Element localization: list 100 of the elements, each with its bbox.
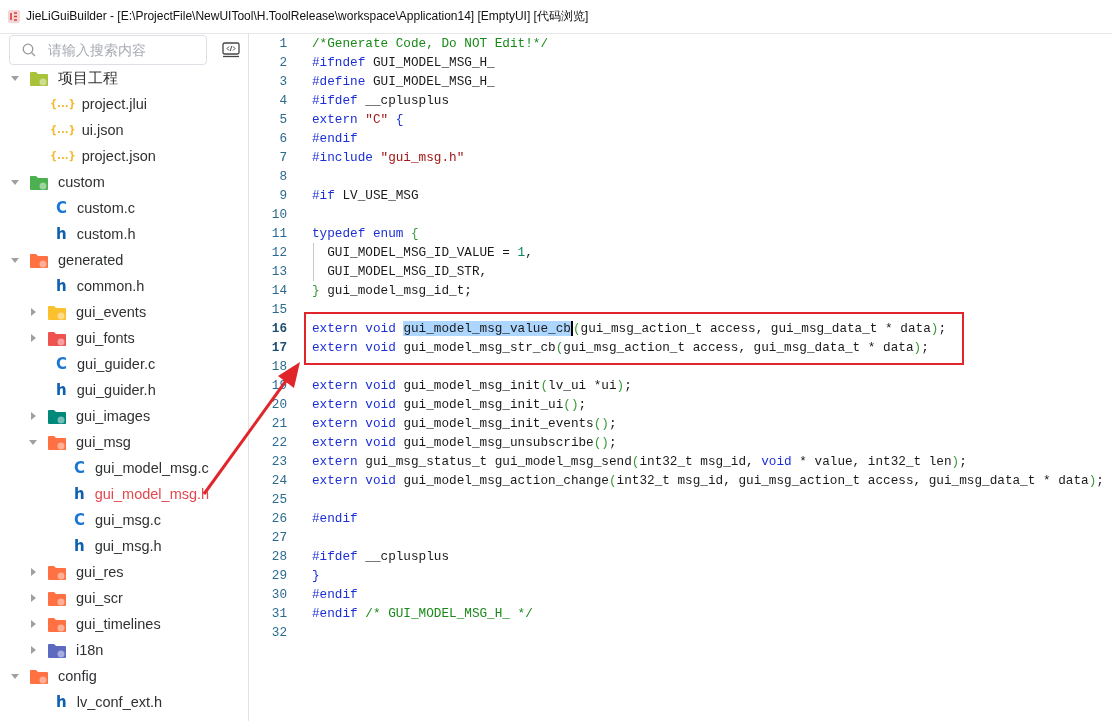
line-number: 24	[270, 473, 287, 488]
line-number: 16	[270, 321, 287, 336]
code-line: #include "gui_msg.h"	[312, 150, 465, 165]
line-number: 30	[270, 587, 287, 602]
code-line: }	[312, 568, 320, 583]
caret-icon[interactable]	[28, 437, 38, 447]
code-view-icon[interactable]	[222, 41, 240, 58]
tree-item[interactable]: gui_images	[76, 408, 151, 424]
code-line: extern void gui_model_msg_unsubscribe();	[312, 435, 617, 450]
line-number: 4	[278, 93, 287, 108]
tree-item[interactable]: common.h	[76, 278, 145, 294]
tree-item[interactable]: custom.h	[76, 226, 136, 242]
line-number: 11	[270, 226, 287, 241]
caret-icon[interactable]	[10, 255, 20, 265]
caret-icon[interactable]	[10, 671, 20, 681]
tree-item[interactable]: project.json	[81, 148, 156, 164]
code-line: #ifndef GUI_MODEL_MSG_H_	[312, 55, 495, 70]
caret-icon[interactable]	[28, 411, 38, 421]
line-number: 5	[278, 112, 287, 127]
line-number: 2	[278, 55, 287, 70]
code-line: #endif	[312, 131, 358, 146]
line-number: 31	[270, 606, 287, 621]
line-number: 22	[270, 435, 287, 450]
caret-icon[interactable]	[28, 307, 38, 317]
header-file-icon: h	[56, 225, 67, 243]
code-line: extern "C" {	[312, 112, 404, 127]
tree-item[interactable]: gui_msg.h	[94, 538, 162, 554]
code-line: extern void gui_model_msg_action_change(int32_t msg_id, gui_msg_action_t access, gui_msg_data_t * data);	[312, 473, 1104, 488]
code-line: extern void gui_model_msg_init(lv_ui *ui);	[312, 378, 632, 393]
tree-item[interactable]: custom	[58, 174, 105, 190]
tree-item[interactable]: ui.json	[81, 122, 124, 138]
caret-icon[interactable]	[28, 593, 38, 603]
header-file-icon: h	[56, 381, 67, 399]
code-line: GUI_MODEL_MSG_ID_VALUE = 1,	[312, 245, 533, 260]
code-line: #ifdef __cplusplus	[312, 93, 450, 108]
line-number: 26	[270, 511, 287, 526]
tree-item[interactable]: gui_model_msg.c	[95, 460, 209, 476]
caret-icon[interactable]	[28, 619, 38, 629]
caret-icon[interactable]	[10, 177, 20, 187]
tree-item[interactable]: gui_scr	[76, 590, 123, 606]
source-file-icon: C	[74, 511, 85, 529]
tree-item[interactable]: gui_res	[76, 564, 124, 580]
header-file-icon: h	[74, 537, 85, 555]
code-line: /*Generate Code, Do NOT Edit!*/	[312, 36, 549, 51]
line-number: 7	[278, 150, 287, 165]
tree-item[interactable]: i18n	[76, 642, 104, 658]
code-line: #endif	[312, 587, 358, 602]
code-line: extern void gui_model_msg_init_events();	[312, 416, 617, 431]
tree-item[interactable]: gui_guider.c	[77, 356, 156, 372]
tree-item[interactable]: lv_conf_ext.h	[76, 694, 163, 710]
code-line: GUI_MODEL_MSG_ID_STR,	[312, 264, 488, 279]
search-field[interactable]: 请输入搜索内容	[9, 34, 207, 65]
caret-icon[interactable]	[10, 73, 20, 83]
tree-item[interactable]: generated	[58, 252, 124, 268]
tree-item[interactable]: gui_timelines	[76, 616, 161, 632]
caret-icon[interactable]	[28, 645, 38, 655]
tree-item[interactable]: project.jlui	[81, 96, 147, 112]
tree-item[interactable]: 项目工程	[58, 68, 118, 88]
line-number: 17	[270, 340, 287, 355]
tree-item[interactable]: gui_model_msg.h	[94, 486, 210, 502]
source-file-icon: C	[56, 199, 67, 217]
header-file-icon: h	[56, 693, 67, 711]
line-number: 10	[270, 207, 287, 222]
json-file-icon: {...}	[50, 150, 76, 162]
line-number: 29	[270, 568, 287, 583]
json-file-icon: {...}	[50, 124, 76, 136]
tree-item[interactable]: gui_guider.h	[76, 382, 156, 398]
code-line: #ifdef __cplusplus	[312, 549, 450, 564]
app-logo-icon	[8, 10, 20, 23]
code-line: #define GUI_MODEL_MSG_H_	[312, 74, 495, 89]
line-number: 1	[278, 36, 287, 51]
code-line: #endif	[312, 511, 358, 526]
code-line: } gui_model_msg_id_t;	[312, 283, 472, 298]
tree-item[interactable]: gui_msg.c	[95, 512, 162, 528]
header-file-icon: h	[74, 485, 85, 503]
tree-item[interactable]: gui_msg	[76, 434, 131, 450]
line-number: 9	[278, 188, 287, 203]
line-number: 3	[278, 74, 287, 89]
line-number: 20	[270, 397, 287, 412]
code-line: #if LV_USE_MSG	[312, 188, 419, 203]
code-line: extern void gui_model_msg_init_ui();	[312, 397, 587, 412]
tree-item[interactable]: custom.c	[77, 200, 136, 216]
header-file-icon: h	[56, 277, 67, 295]
caret-icon[interactable]	[28, 567, 38, 577]
search-icon	[22, 42, 36, 57]
code-line: #endif /* GUI_MODEL_MSG_H_ */	[312, 606, 533, 621]
line-number: 6	[278, 131, 287, 146]
line-number: 13	[270, 264, 287, 279]
line-number: 28	[270, 549, 287, 564]
line-number: 25	[270, 492, 287, 507]
tree-item[interactable]: gui_events	[76, 304, 147, 320]
tree-item[interactable]: config	[58, 668, 97, 684]
line-number: 27	[270, 530, 287, 545]
caret-icon[interactable]	[28, 333, 38, 343]
code-line: extern void gui_model_msg_value_cb(gui_msg_action_t access, gui_msg_data_t * data);	[312, 321, 946, 336]
line-number: 15	[270, 302, 287, 317]
line-number: 12	[270, 245, 287, 260]
tree-item[interactable]: gui_fonts	[76, 330, 135, 346]
json-file-icon: {...}	[50, 98, 76, 110]
line-number: 18	[270, 359, 287, 374]
